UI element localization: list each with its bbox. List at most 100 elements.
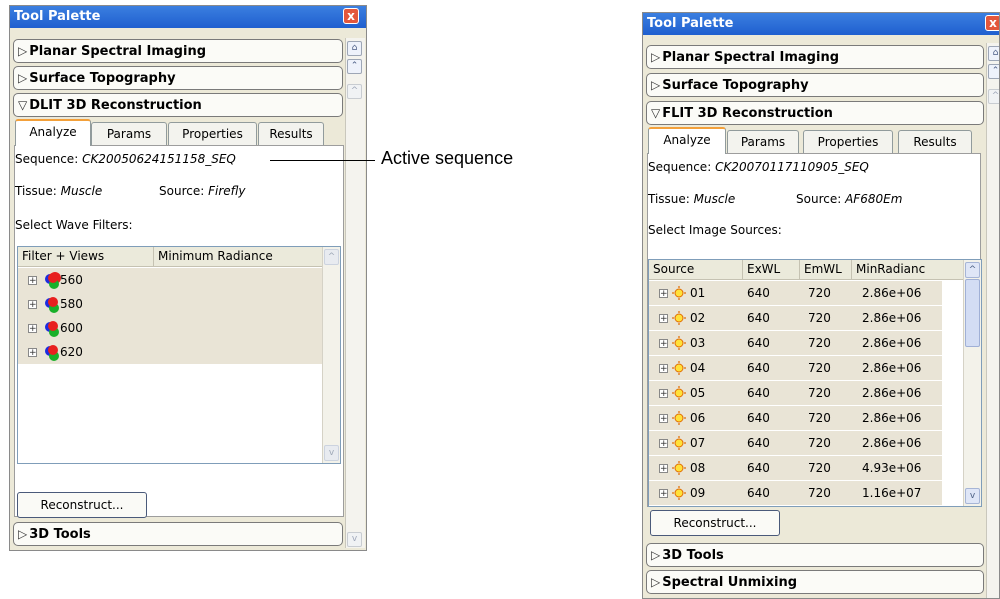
grid-scrollbar[interactable]: ^ v (963, 260, 981, 506)
image-source-grid[interactable]: Source ExWL EmWL MinRadianc + 01 640 720… (648, 259, 982, 507)
tab-params[interactable]: Params (91, 122, 167, 146)
reconstruct-button[interactable]: Reconstruct... (17, 492, 147, 518)
table-row[interactable]: + 05 640 720 2.86e+06 (649, 381, 942, 405)
expand-icon[interactable]: + (28, 300, 37, 310)
table-row[interactable]: + 08 640 720 4.93e+06 (649, 456, 942, 480)
source-id: 03 (690, 336, 706, 350)
section-spectral-unmixing[interactable]: ▷ Spectral Unmixing (646, 570, 984, 594)
palette-scrollbar[interactable]: ⌂ ⌃ ^ v (345, 38, 365, 548)
reconstruct-button[interactable]: Reconstruct... (650, 510, 780, 536)
table-row[interactable]: + 620 (18, 340, 324, 364)
table-row[interactable]: + 600 (18, 316, 324, 340)
table-row[interactable]: + 580 (18, 292, 324, 316)
scroll-up-icon[interactable]: ^ (347, 84, 362, 99)
table-row[interactable]: + 06 640 720 2.86e+06 (649, 406, 942, 430)
palette-scrollbar[interactable]: ⌂ ⌃ ^ (986, 43, 999, 598)
collapsed-triangle-icon: ▷ (651, 50, 661, 64)
table-row[interactable]: + 07 640 720 2.86e+06 (649, 431, 942, 455)
pin-icon[interactable]: ⌂ (347, 41, 362, 56)
tissue-row: Tissue: Muscle (648, 192, 736, 206)
section-flit-3d-reconstruction[interactable]: ▽ FLIT 3D Reconstruction (646, 101, 984, 125)
grid-scrollbar[interactable]: ^ v (322, 247, 340, 463)
column-header[interactable]: Source (649, 260, 743, 279)
sequence-value: CK20050624151158_SEQ (82, 152, 236, 166)
expand-icon[interactable]: + (28, 348, 37, 358)
column-header[interactable]: Minimum Radiance (154, 247, 324, 266)
palette-title-bar[interactable]: Tool Palette (10, 6, 366, 28)
table-row[interactable]: + 02 640 720 2.86e+06 (649, 306, 942, 330)
expand-icon[interactable]: + (659, 389, 668, 399)
section-3d-tools[interactable]: ▷ 3D Tools (646, 543, 984, 567)
expand-icon[interactable]: + (28, 276, 37, 286)
sequence-value: CK20070117110905_SEQ (715, 160, 869, 174)
tab-analyze[interactable]: Analyze (648, 127, 726, 154)
section-planar-spectral-imaging[interactable]: ▷ Planar Spectral Imaging (646, 45, 984, 69)
expand-icon[interactable]: + (28, 324, 37, 334)
expand-icon[interactable]: + (659, 439, 668, 449)
scroll-up-icon[interactable]: ^ (988, 89, 999, 104)
light-source-icon (672, 486, 686, 500)
tissue-row: Tissue: Muscle (15, 184, 103, 198)
expanded-triangle-icon: ▽ (651, 106, 661, 120)
scroll-up-icon[interactable]: ^ (324, 249, 339, 265)
pin-icon[interactable]: ⌂ (988, 46, 999, 61)
source-id: 08 (690, 461, 706, 475)
expand-icon[interactable]: + (659, 364, 668, 374)
palette-title: Tool Palette (14, 9, 101, 24)
rgb-filter-icon (45, 272, 61, 289)
tab-properties[interactable]: Properties (803, 130, 893, 154)
tissue-value: Muscle (60, 184, 103, 198)
collapsed-triangle-icon: ▷ (651, 548, 661, 562)
emwl-value: 720 (808, 411, 831, 425)
expand-icon[interactable]: + (659, 314, 668, 324)
collapsed-triangle-icon: ▷ (18, 44, 28, 58)
section-planar-spectral-imaging[interactable]: ▷ Planar Spectral Imaging (13, 39, 343, 63)
expand-icon[interactable]: + (659, 414, 668, 424)
sequence-row: Sequence: CK20070117110905_SEQ (648, 160, 869, 174)
source-id: 06 (690, 411, 706, 425)
column-header[interactable]: Filter + Views (18, 247, 154, 266)
collapse-icon[interactable]: ⌃ (988, 64, 999, 79)
expand-icon[interactable]: + (659, 489, 668, 499)
tab-results[interactable]: Results (898, 130, 972, 154)
table-row[interactable]: + 560 (18, 268, 324, 292)
expand-icon[interactable]: + (659, 464, 668, 474)
section-dlit-3d-reconstruction[interactable]: ▽ DLIT 3D Reconstruction (13, 93, 343, 117)
palette-title-bar[interactable]: Tool Palette (643, 13, 999, 35)
tab-analyze[interactable]: Analyze (15, 119, 91, 146)
grid-rows: + 560 + 580 + 600 + 620 (18, 268, 324, 463)
tab-results[interactable]: Results (258, 122, 324, 146)
expand-icon[interactable]: + (659, 289, 668, 299)
scroll-down-icon[interactable]: v (965, 488, 980, 504)
close-icon[interactable]: x (343, 8, 359, 24)
emwl-value: 720 (808, 461, 831, 475)
column-header[interactable]: MinRadianc (852, 260, 965, 279)
source-id: 02 (690, 311, 706, 325)
source-row: Source: Firefly (159, 184, 246, 198)
table-row[interactable]: + 01 640 720 2.86e+06 (649, 281, 942, 305)
emwl-value: 720 (808, 386, 831, 400)
scroll-thumb[interactable] (965, 279, 980, 347)
light-source-icon (672, 286, 686, 300)
table-row[interactable]: + 03 640 720 2.86e+06 (649, 331, 942, 355)
section-surface-topography[interactable]: ▷ Surface Topography (646, 73, 984, 97)
column-header[interactable]: ExWL (743, 260, 800, 279)
table-row[interactable]: + 09 640 720 1.16e+07 (649, 481, 942, 505)
analyze-panel: Sequence: CK20070117110905_SEQ Tissue: M… (647, 153, 982, 507)
close-icon[interactable]: x (985, 15, 999, 31)
section-3d-tools[interactable]: ▷ 3D Tools (13, 522, 343, 546)
wave-filter-grid[interactable]: Filter + Views Minimum Radiance + 560 + … (17, 246, 341, 464)
min-radiance-value: 2.86e+06 (862, 336, 922, 350)
collapse-icon[interactable]: ⌃ (347, 59, 362, 74)
scroll-up-icon[interactable]: ^ (965, 262, 980, 278)
scroll-down-icon[interactable]: v (324, 445, 339, 461)
expand-icon[interactable]: + (659, 339, 668, 349)
expanded-triangle-icon: ▽ (18, 98, 28, 112)
section-surface-topography[interactable]: ▷ Surface Topography (13, 66, 343, 90)
scroll-down-icon[interactable]: v (347, 532, 362, 547)
tab-params[interactable]: Params (727, 130, 799, 154)
column-header[interactable]: EmWL (800, 260, 852, 279)
tab-properties[interactable]: Properties (168, 122, 257, 146)
rgb-filter-icon (45, 321, 59, 337)
table-row[interactable]: + 04 640 720 2.86e+06 (649, 356, 942, 380)
